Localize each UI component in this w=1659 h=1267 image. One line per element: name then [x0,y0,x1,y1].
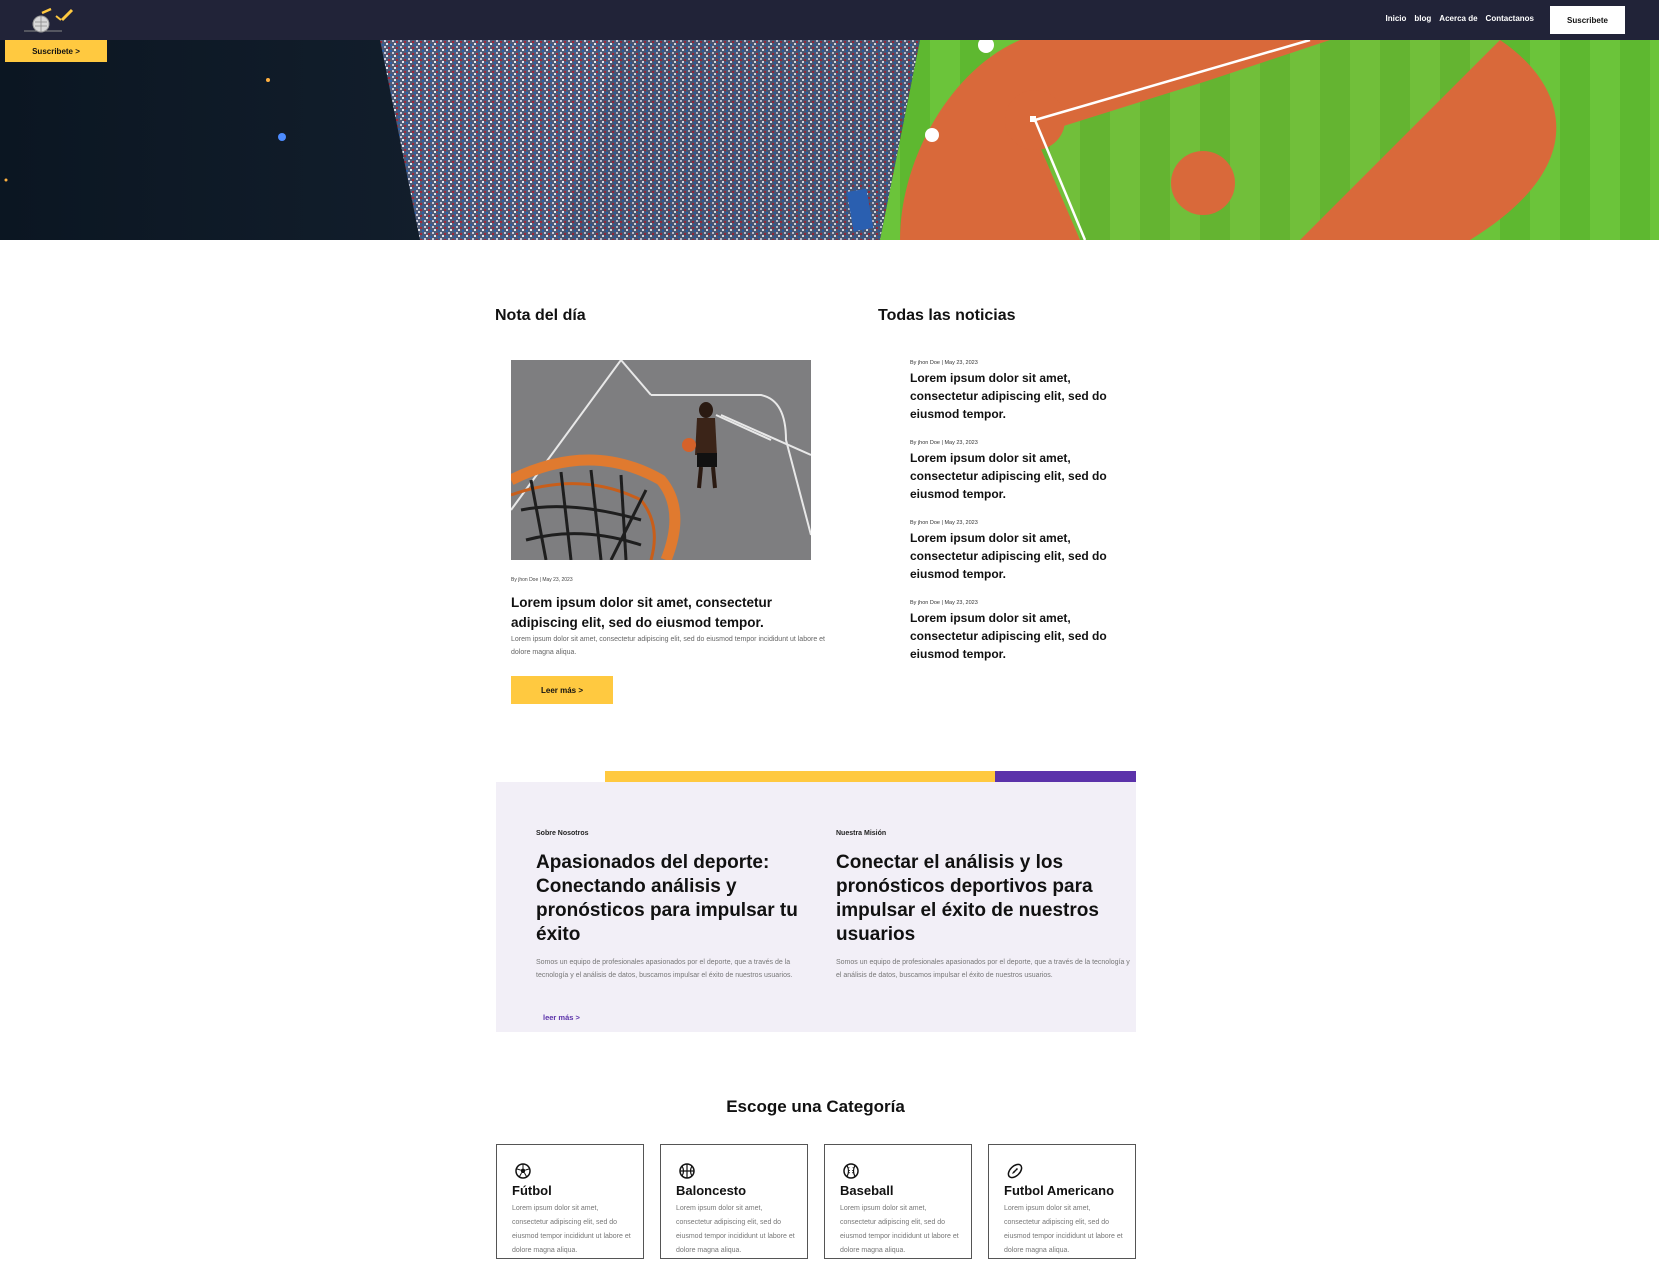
category-text: Lorem ipsum dolor sit amet, consectetur … [840,1205,959,1254]
read-more-button[interactable]: Leer más > [511,676,613,704]
nav-link-blog[interactable]: blog [1414,14,1431,23]
news-item[interactable]: By jhon Doe | May 23, 2023 Lorem ipsum d… [910,600,1130,663]
category-name: Baseball [840,1183,894,1198]
category-name: Futbol Americano [1004,1183,1115,1198]
news-meta: By jhon Doe | May 23, 2023 [910,360,978,366]
featured-image[interactable] [511,360,811,560]
mission-kicker: Nuestra Misión [836,830,887,837]
category-text: Lorem ipsum dolor sit amet, consectetur … [512,1205,631,1254]
category-card-baseball[interactable]: Baseball Lorem ipsum dolor sit amet, con… [824,1144,972,1259]
news-meta: By jhon Doe | May 23, 2023 [910,520,978,526]
mission-text: Somos un equipo de profesionales apasion… [836,959,1130,979]
basketball-icon [679,1163,695,1179]
news-title[interactable]: Lorem ipsum dolor sit amet, consectetur … [910,369,1130,423]
category-text: Lorem ipsum dolor sit amet, consectetur … [1004,1205,1123,1254]
nav-subscribe-button[interactable]: Suscribete [1550,6,1625,34]
hero-banner [0,40,1659,240]
category-name: Fútbol [512,1183,552,1198]
nav-link-contactanos[interactable]: Contactanos [1486,14,1534,23]
baseball-icon [843,1163,859,1179]
stadium-aerial-image [0,40,1659,240]
news-title[interactable]: Lorem ipsum dolor sit amet, consectetur … [910,529,1130,583]
accent-bar-purple [995,771,1136,782]
featured-meta: By jhon Doe | May 23, 2023 [511,577,573,583]
category-text: Lorem ipsum dolor sit amet, consectetur … [676,1205,795,1254]
category-card-baloncesto[interactable]: Baloncesto Lorem ipsum dolor sit amet, c… [660,1144,808,1259]
logo-icon[interactable] [22,6,78,34]
about-section: Sobre Nosotros Apasionados del deporte: … [496,782,1136,1032]
news-title[interactable]: Lorem ipsum dolor sit amet, consectetur … [910,449,1130,503]
featured-heading: Nota del día [495,307,586,324]
news-item[interactable]: By jhon Doe | May 23, 2023 Lorem ipsum d… [910,360,1130,423]
nav-links: Inicio blog Acerca de Contactanos [1386,14,1534,23]
football-icon [1007,1163,1023,1179]
category-name: Baloncesto [676,1183,747,1198]
top-navbar: Inicio blog Acerca de Contactanos Suscri… [0,0,1659,40]
featured-text: Lorem ipsum dolor sit amet, consectetur … [511,636,825,656]
news-item[interactable]: By jhon Doe | May 23, 2023 Lorem ipsum d… [910,520,1130,583]
category-card-futbol[interactable]: Fútbol Lorem ipsum dolor sit amet, conse… [496,1144,644,1259]
soccer-ball-icon [515,1163,531,1179]
news-item[interactable]: By jhon Doe | May 23, 2023 Lorem ipsum d… [910,440,1130,503]
categories-heading: Escoge una Categoría [726,1097,905,1116]
about-read-more-link[interactable]: leer más > [543,1013,580,1022]
category-card-futbol-americano[interactable]: Futbol Americano Lorem ipsum dolor sit a… [988,1144,1136,1259]
about-text: Somos un equipo de profesionales apasion… [536,959,793,979]
nav-link-inicio[interactable]: Inicio [1386,14,1407,23]
news-meta: By jhon Doe | May 23, 2023 [910,440,978,446]
basketball-court-image [511,360,811,560]
about-title: Apasionados del deporte: Conectando anál… [536,852,798,945]
accent-bar-yellow [605,771,995,782]
news-meta: By jhon Doe | May 23, 2023 [910,600,978,606]
featured-title[interactable]: Lorem ipsum dolor sit amet, consectetur … [511,593,841,633]
about-left-column: Sobre Nosotros Apasionados del deporte: … [536,830,811,982]
mission-column: Nuestra Misión Conectar el análisis y lo… [836,830,1132,982]
mission-title: Conectar el análisis y los pronósticos d… [836,852,1099,945]
about-kicker: Sobre Nosotros [536,830,589,837]
news-heading: Todas las noticias [878,307,1016,324]
hero-subscribe-button[interactable]: Suscribete > [5,40,107,62]
news-title[interactable]: Lorem ipsum dolor sit amet, consectetur … [910,609,1130,663]
nav-link-acerca[interactable]: Acerca de [1439,14,1477,23]
